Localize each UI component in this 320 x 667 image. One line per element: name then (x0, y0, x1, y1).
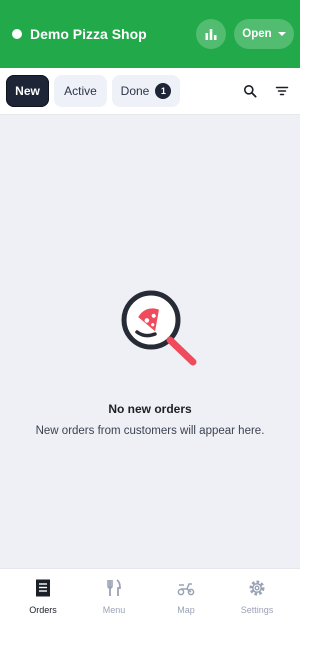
done-count-badge: 1 (155, 83, 172, 99)
search-button[interactable] (241, 82, 259, 100)
magnifier-pizza-icon (121, 290, 197, 366)
nav-item-settings[interactable]: Settings (227, 577, 287, 621)
orders-icon (32, 577, 54, 599)
stats-button[interactable] (196, 19, 226, 49)
stats-icon (205, 29, 217, 40)
shop-name: Demo Pizza Shop (30, 26, 147, 42)
store-status-dropdown[interactable]: Open (234, 19, 294, 49)
nav-label-orders: Orders (29, 605, 57, 615)
store-status-label: Open (242, 28, 272, 40)
filter-button[interactable] (273, 82, 291, 100)
nav-label-settings: Settings (240, 605, 274, 615)
tab-label: New (15, 84, 40, 98)
nav-label-menu: Menu (102, 605, 126, 615)
nav-item-map[interactable]: Map (156, 577, 216, 621)
utensils-icon (103, 577, 125, 599)
nav-label-map: Map (177, 605, 195, 615)
tab-label: Active (64, 84, 97, 98)
chevron-down-icon (277, 32, 286, 36)
nav-item-menu[interactable]: Menu (84, 577, 144, 621)
tab-new[interactable]: New (6, 75, 49, 107)
tab-label: Done (120, 84, 150, 98)
gear-icon (246, 577, 268, 599)
scooter-icon (175, 577, 197, 599)
tab-active[interactable]: Active (54, 75, 107, 107)
search-icon (244, 85, 257, 98)
empty-state-title: No new orders (108, 402, 192, 416)
empty-state-subtitle: New orders from customers will appear he… (35, 425, 265, 437)
bottom-navigation: Orders Menu Map Settings (0, 568, 300, 667)
status-dot (12, 29, 22, 39)
app-header: Demo Pizza Shop Open (0, 0, 300, 68)
nav-item-orders[interactable]: Orders (13, 577, 73, 621)
tab-done[interactable]: Done 1 (112, 75, 180, 107)
filter-icon (275, 86, 289, 96)
